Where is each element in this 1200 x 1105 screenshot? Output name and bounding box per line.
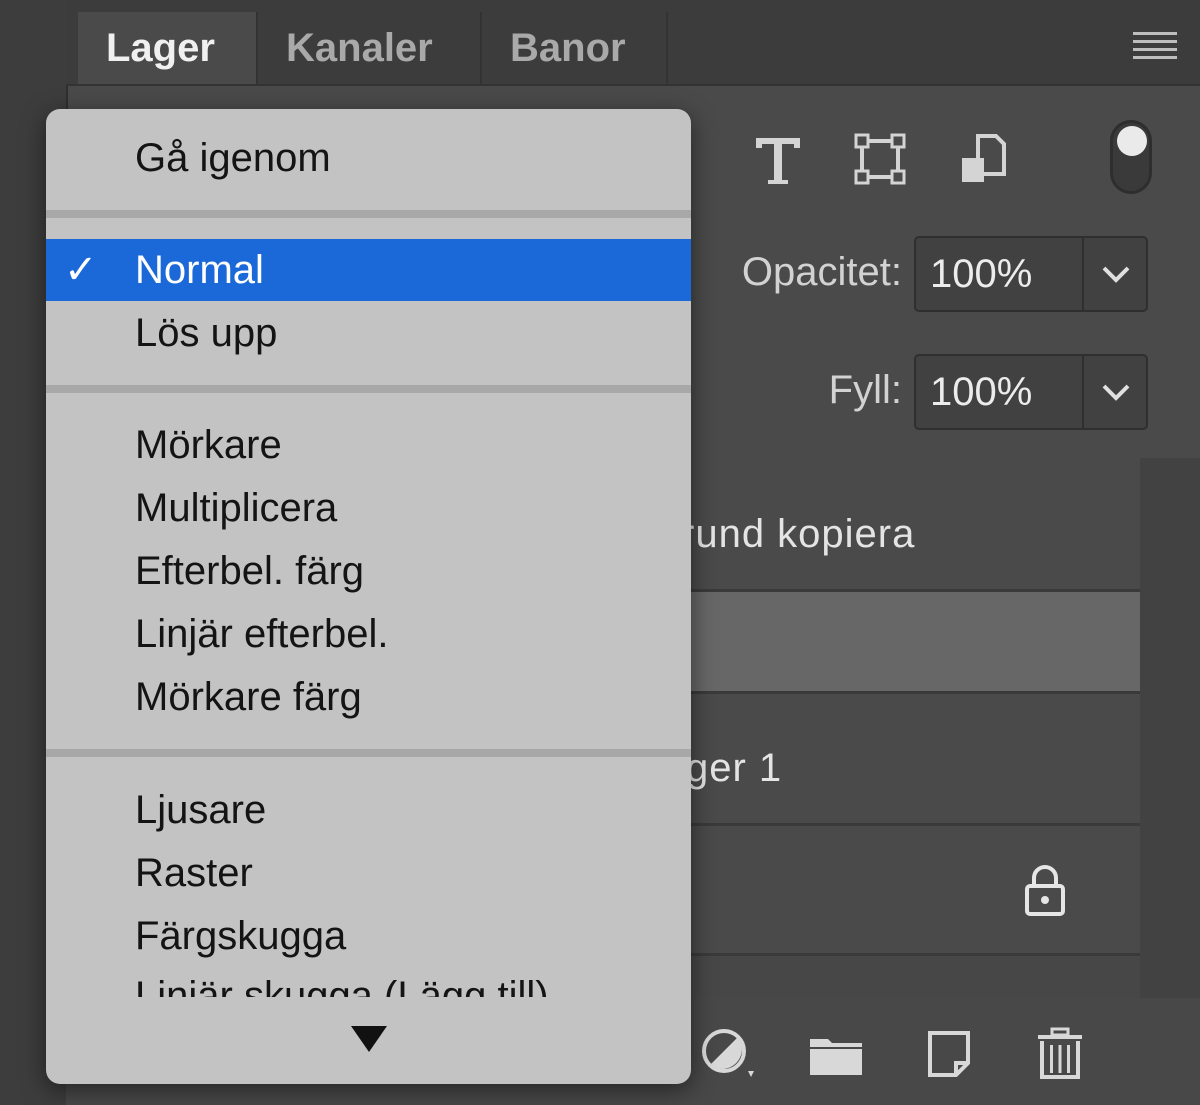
menu-item-los-upp[interactable]: Lös upp: [46, 302, 691, 364]
smart-object-filter-icon[interactable]: [952, 128, 1012, 190]
menu-item-linjar-skugga[interactable]: Linjär skugga (Lägg till): [46, 965, 691, 997]
menu-cut-off-row: Linjär skugga (Lägg till): [46, 957, 691, 997]
trash-icon[interactable]: [1030, 1025, 1090, 1081]
layer-list-scrollbar[interactable]: [1140, 458, 1200, 998]
layer-name: ger 1: [686, 746, 783, 790]
shape-filter-icon[interactable]: [850, 128, 910, 190]
scroll-down-arrow-icon[interactable]: [349, 1024, 389, 1054]
menu-item-multiplicera[interactable]: Multiplicera: [46, 477, 691, 539]
menu-separator: [46, 385, 691, 393]
adjustment-layer-icon[interactable]: [696, 1025, 756, 1081]
blend-mode-menu: Gå igenom ✓ Normal Lös upp Mörkare Multi…: [46, 109, 691, 1084]
new-layer-icon[interactable]: [918, 1025, 978, 1081]
chevron-down-icon[interactable]: [1084, 356, 1148, 428]
menu-separator: [46, 210, 691, 218]
group-folder-icon[interactable]: [806, 1025, 866, 1081]
opacity-label: Opacitet:: [741, 250, 902, 294]
layer-name: rund kopiera: [681, 512, 916, 556]
chevron-down-icon[interactable]: [1084, 238, 1148, 310]
menu-item-linjar-efterbel[interactable]: Linjär efterbel.: [46, 603, 691, 665]
menu-item-efterbel-farg[interactable]: Efterbel. färg: [46, 540, 691, 602]
menu-item-morkare[interactable]: Mörkare: [46, 414, 691, 476]
fill-value[interactable]: 100%: [930, 356, 1032, 428]
fill-dropdown[interactable]: 100%: [914, 354, 1148, 430]
checkmark-icon: ✓: [64, 248, 98, 292]
menu-item-normal[interactable]: ✓ Normal: [46, 239, 691, 301]
tab-banor[interactable]: Banor: [482, 12, 668, 84]
hamburger-icon[interactable]: [1133, 32, 1177, 62]
tab-separator: [666, 12, 668, 84]
tab-kanaler[interactable]: Kanaler: [258, 12, 480, 84]
menu-item-ljusare[interactable]: Ljusare: [46, 779, 691, 841]
menu-item-ga-igenom[interactable]: Gå igenom: [46, 127, 691, 189]
opacity-dropdown[interactable]: 100%: [914, 236, 1148, 312]
type-filter-icon[interactable]: [748, 128, 808, 190]
fill-label: Fyll:: [828, 368, 902, 412]
menu-item-morkare-farg[interactable]: Mörkare färg: [46, 666, 691, 728]
opacity-value[interactable]: 100%: [930, 238, 1032, 310]
tab-lager[interactable]: Lager: [78, 12, 258, 84]
filter-toggle[interactable]: [1110, 120, 1152, 194]
menu-separator: [46, 749, 691, 757]
menu-item-label: Normal: [135, 248, 264, 292]
lock-icon: [1022, 862, 1068, 918]
menu-item-raster[interactable]: Raster: [46, 842, 691, 904]
